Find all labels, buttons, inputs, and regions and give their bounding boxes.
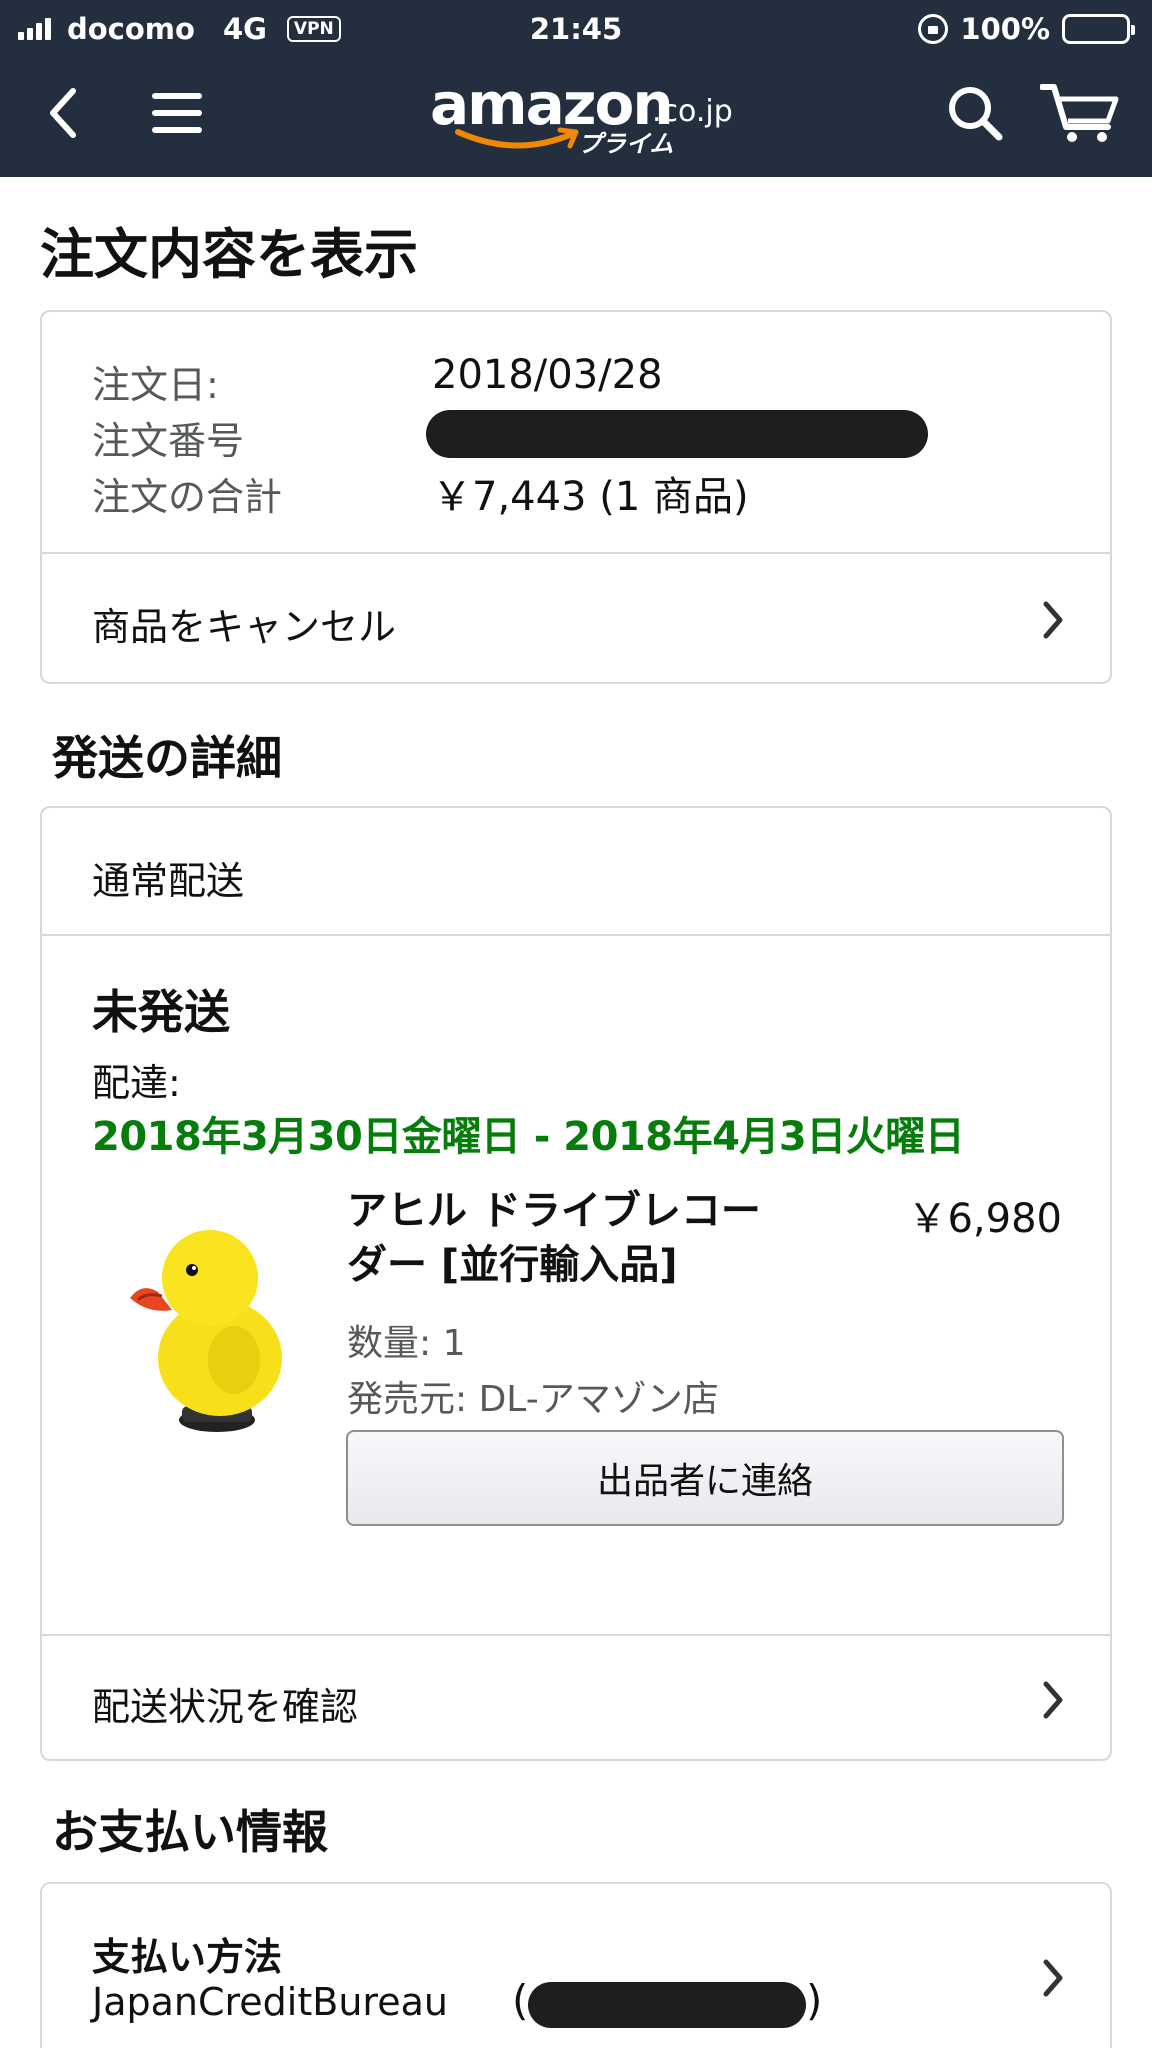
track-package-row[interactable]: 配送状況を確認 [42, 1636, 1110, 1759]
order-total-label: 注文の合計 [92, 475, 283, 519]
menu-icon [152, 93, 202, 133]
delivery-date-range: 2018年3月30日金曜日 - 2018年4月3日火曜日 [92, 1114, 965, 1160]
menu-button[interactable] [142, 78, 212, 148]
payment-card[interactable]: 支払い方法 JapanCreditBureau ( ) [40, 1882, 1112, 2048]
page-title: 注文内容を表示 [40, 223, 418, 286]
payment-method-value: JapanCreditBureau [92, 1980, 448, 2024]
chevron-right-icon [1043, 1959, 1063, 1997]
payment-section-title: お支払い情報 [52, 1805, 328, 1859]
order-number-redacted [426, 410, 928, 458]
amazon-logo[interactable]: amazon .co.jp プライム [420, 68, 740, 158]
delivery-label: 配達: [92, 1061, 181, 1105]
top-bar: docomo 4G VPN 21:45 100% amazon .co.jp プ… [0, 0, 1152, 177]
orientation-lock-icon [918, 14, 949, 44]
back-icon [50, 88, 76, 138]
search-icon [949, 87, 1003, 141]
cart-button[interactable] [1040, 78, 1120, 148]
cancel-items-row[interactable]: 商品をキャンセル [42, 554, 1110, 682]
paren-open: ( [512, 1976, 529, 2025]
shipment-status: 未発送 [92, 985, 230, 1039]
status-bar: docomo 4G VPN 21:45 100% [0, 0, 1152, 58]
battery-icon [1062, 14, 1135, 44]
order-number-label: 注文番号 [92, 419, 245, 463]
shipping-section-title: 発送の詳細 [52, 731, 282, 785]
status-right: 100% [918, 12, 1135, 46]
chevron-right-icon [1043, 1681, 1063, 1719]
cart-icon [1040, 84, 1119, 142]
order-date-value: 2018/03/28 [432, 352, 663, 398]
order-total-value: ￥7,443 (1 商品) [432, 474, 749, 520]
shipment-card: 通常配送 未発送 配達: 2018年3月30日金曜日 - 2018年4月3日火曜… [40, 806, 1112, 1761]
search-button[interactable] [940, 78, 1010, 148]
chevron-right-icon [1043, 601, 1063, 639]
product-price: ￥6,980 [907, 1196, 1062, 1242]
shipping-method: 通常配送 [92, 859, 245, 903]
product-name-link[interactable]: アヒル ドライブレコーダー [並行輸入品] [347, 1184, 797, 1292]
product-seller: 発売元: DL-アマゾン店 [347, 1379, 719, 1420]
track-package-label: 配送状況を確認 [92, 1685, 359, 1729]
battery-percent: 100% [960, 12, 1050, 46]
logo-smile-icon [455, 127, 579, 149]
paren-close: ) [806, 1976, 823, 2025]
payment-method-label: 支払い方法 [92, 1935, 283, 1979]
nav-bar: amazon .co.jp プライム [0, 58, 1152, 177]
cancel-items-label: 商品をキャンセル [92, 605, 397, 649]
product-image[interactable] [122, 1218, 312, 1438]
product-quantity: 数量: 1 [347, 1323, 466, 1364]
order-summary-card: 注文日: 2018/03/28 注文番号 注文の合計 ￥7,443 (1 商品)… [40, 310, 1112, 684]
divider [42, 934, 1110, 936]
contact-seller-button[interactable]: 出品者に連絡 [346, 1430, 1064, 1526]
order-date-label: 注文日: [92, 363, 219, 407]
card-number-redacted [528, 1982, 806, 2028]
logo-prime: プライム [578, 130, 674, 158]
back-button[interactable] [28, 78, 98, 148]
